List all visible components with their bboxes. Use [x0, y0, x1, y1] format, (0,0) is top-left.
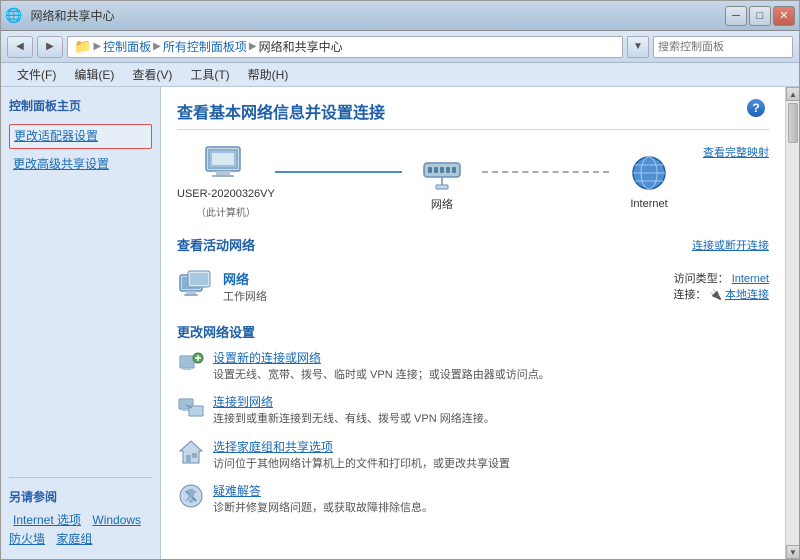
new-connection-icon [177, 349, 205, 377]
scrollbar-up-button[interactable]: ▲ [786, 87, 799, 101]
sidebar-link-homegroup[interactable]: 家庭组 [52, 530, 96, 548]
maximize-button[interactable]: □ [749, 6, 771, 26]
minimize-button[interactable]: ─ [725, 6, 747, 26]
main-area: 控制面板主页 更改适配器设置 更改高级共享设置 另请参阅 Internet 选项… [1, 87, 799, 559]
sidebar-bottom-title: 另请参阅 [9, 488, 152, 505]
computer-sublabel: （此计算机） [196, 204, 256, 219]
scrollbar-track-area [786, 101, 799, 545]
network-card: 网络 工作网络 访问类型： Internet 连接： 🔌 本地连接 [177, 262, 769, 310]
new-connection-title[interactable]: 设置新的连接或网络 [213, 349, 769, 366]
network-meta: 访问类型： Internet 连接： 🔌 本地连接 [673, 270, 769, 302]
help-icon[interactable]: ? [747, 99, 765, 117]
content-title: 查看基本网络信息并设置连接 [177, 99, 769, 130]
menu-edit[interactable]: 编辑(E) [66, 64, 122, 85]
menu-bar: 文件(F) 编辑(E) 查看(V) 工具(T) 帮助(H) [1, 63, 799, 87]
homegroup-icon [177, 438, 205, 466]
address-dropdown-button[interactable]: ▼ [627, 36, 649, 58]
network-icon [417, 152, 467, 192]
connect-network-desc: 连接到或重新连接到无线、有线、拨号或 VPN 网络连接。 [213, 412, 769, 427]
breadcrumb-controlpanel[interactable]: 控制面板 [103, 38, 151, 55]
content-panel: ? 查看基本网络信息并设置连接 [161, 87, 785, 559]
title-bar-left: 🌐 网络和共享中心 [5, 7, 114, 24]
access-type-value: Internet [732, 273, 769, 285]
breadcrumb: 📁 ▶ 控制面板 ▶ 所有控制面板项 ▶ 网络和共享中心 [67, 36, 623, 58]
homegroup-title[interactable]: 选择家庭组和共享选项 [213, 438, 769, 455]
internet-label: Internet [630, 198, 667, 210]
network-card-info: 网络 工作网络 [223, 269, 663, 304]
sidebar-bottom: 另请参阅 Internet 选项 Windows 防火墙 家庭组 [9, 477, 152, 549]
net-node-computer: USER-20200326VY （此计算机） [177, 144, 275, 219]
connect-disconnect-link[interactable]: 连接或断开连接 [692, 237, 769, 253]
settings-item-connect-network: 连接到网络 连接到或重新连接到无线、有线、拨号或 VPN 网络连接。 [177, 393, 769, 427]
internet-icon [624, 154, 674, 194]
network-card-icon [177, 268, 213, 304]
connect-network-icon [177, 393, 205, 421]
menu-file[interactable]: 文件(F) [9, 64, 64, 85]
address-bar: ◀ ▶ 📁 ▶ 控制面板 ▶ 所有控制面板项 ▶ 网络和共享中心 ▼ 🔍 [1, 31, 799, 63]
search-bar: 🔍 [653, 36, 793, 58]
breadcrumb-allitems[interactable]: 所有控制面板项 [163, 38, 247, 55]
connection-label: 连接： [673, 289, 706, 301]
connect-network-title[interactable]: 连接到网络 [213, 393, 769, 410]
network-label: 网络 [431, 196, 453, 212]
menu-view[interactable]: 查看(V) [124, 64, 180, 85]
sidebar-link-internet-options[interactable]: Internet 选项 [9, 511, 85, 529]
access-type-label: 访问类型： [674, 273, 729, 285]
active-networks-title: 查看活动网络 [177, 235, 255, 254]
settings-item-new-connection: 设置新的连接或网络 设置无线、宽带、拨号、临时或 VPN 连接；或设置路由器或访… [177, 349, 769, 383]
net-node-network: 网络 [402, 152, 482, 212]
settings-item-2-content: 连接到网络 连接到或重新连接到无线、有线、拨号或 VPN 网络连接。 [213, 393, 769, 427]
sidebar-title: 控制面板主页 [9, 97, 152, 114]
content-area: ? 查看基本网络信息并设置连接 [161, 87, 799, 559]
scrollbar: ▲ ▼ [785, 87, 799, 559]
breadcrumb-current: 网络和共享中心 [259, 38, 343, 55]
sidebar-link-adapter-settings[interactable]: 更改适配器设置 [9, 124, 152, 149]
settings-item-4-content: 疑难解答 诊断并修复网络问题，或获取故障排除信息。 [213, 482, 769, 516]
troubleshoot-desc: 诊断并修复网络问题，或获取故障排除信息。 [213, 501, 769, 516]
net-line-2 [482, 171, 609, 173]
window-title: 网络和共享中心 [30, 7, 114, 24]
computer-icon [201, 144, 251, 184]
view-full-map-link[interactable]: 查看完整映射 [703, 144, 769, 160]
sidebar-link-advanced-sharing[interactable]: 更改高级共享设置 [9, 153, 152, 176]
settings-item-homegroup: 选择家庭组和共享选项 访问位于其他网络计算机上的文件和打印机，或更改共享设置 [177, 438, 769, 472]
main-window: 🌐 网络和共享中心 ─ □ ✕ ◀ ▶ 📁 ▶ 控制面板 ▶ 所有控制面板项 ▶… [0, 0, 800, 560]
net-line-1 [275, 171, 402, 173]
forward-button[interactable]: ▶ [37, 36, 63, 58]
access-type-row: 访问类型： Internet [673, 270, 769, 286]
network-name[interactable]: 网络 [223, 269, 663, 288]
network-diagram: USER-20200326VY （此计算机） [177, 144, 769, 219]
scrollbar-thumb[interactable] [788, 103, 798, 143]
title-controls: ─ □ ✕ [725, 6, 795, 26]
back-button[interactable]: ◀ [7, 36, 33, 58]
menu-tools[interactable]: 工具(T) [182, 64, 237, 85]
search-input[interactable] [658, 41, 800, 53]
menu-help[interactable]: 帮助(H) [240, 64, 297, 85]
settings-item-troubleshoot: 疑难解答 诊断并修复网络问题，或获取故障排除信息。 [177, 482, 769, 516]
computer-label: USER-20200326VY [177, 188, 275, 200]
troubleshoot-icon [177, 482, 205, 510]
active-networks-header: 查看活动网络 连接或断开连接 [177, 235, 769, 254]
settings-item-3-content: 选择家庭组和共享选项 访问位于其他网络计算机上的文件和打印机，或更改共享设置 [213, 438, 769, 472]
homegroup-desc: 访问位于其他网络计算机上的文件和打印机，或更改共享设置 [213, 457, 769, 472]
net-node-internet: Internet [609, 154, 689, 210]
close-button[interactable]: ✕ [773, 6, 795, 26]
connection-value-link[interactable]: 本地连接 [725, 289, 769, 301]
network-type: 工作网络 [223, 288, 663, 304]
troubleshoot-title[interactable]: 疑难解答 [213, 482, 769, 499]
new-connection-desc: 设置无线、宽带、拨号、临时或 VPN 连接；或设置路由器或访问点。 [213, 368, 769, 383]
connection-row: 连接： 🔌 本地连接 [673, 286, 769, 302]
scrollbar-down-button[interactable]: ▼ [786, 545, 799, 559]
settings-item-1-content: 设置新的连接或网络 设置无线、宽带、拨号、临时或 VPN 连接；或设置路由器或访… [213, 349, 769, 383]
title-bar: 🌐 网络和共享中心 ─ □ ✕ [1, 1, 799, 31]
change-settings-title: 更改网络设置 [177, 322, 769, 341]
sidebar: 控制面板主页 更改适配器设置 更改高级共享设置 另请参阅 Internet 选项… [1, 87, 161, 559]
